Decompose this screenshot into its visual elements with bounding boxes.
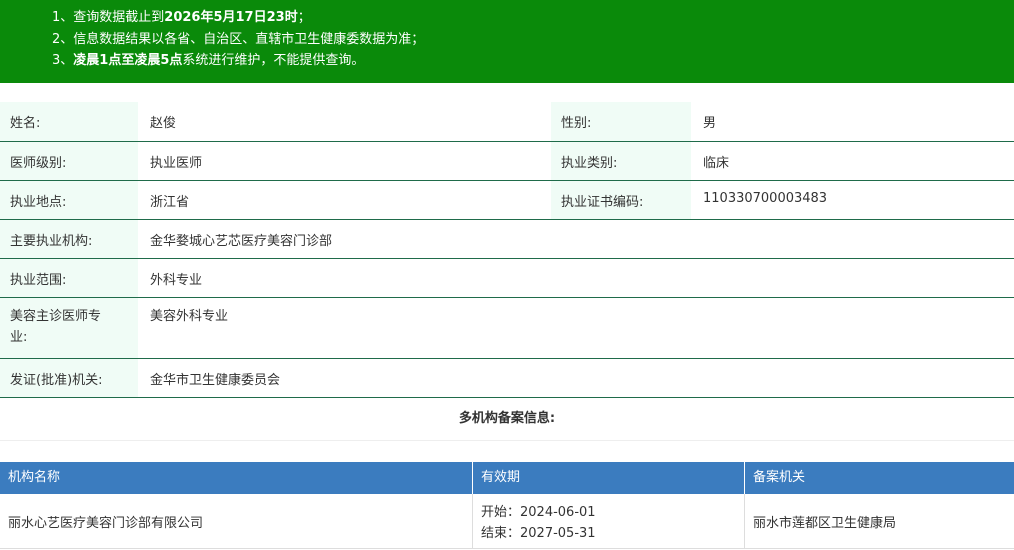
issuer-label: 发证(批准)机关: <box>0 359 138 397</box>
row-start-date: 开始：2024-06-01 <box>481 505 596 520</box>
info-row-name: 姓名: 赵俊 性别: 男 <box>0 102 1014 142</box>
org-value: 金华婺城心艺芯医疗美容门诊部 <box>150 234 333 249</box>
beauty-label-line2: 业: <box>10 330 28 345</box>
header-org: 机构名称 <box>0 462 473 494</box>
gender-label: 性别: <box>551 102 691 141</box>
level-value: 执业医师 <box>150 156 203 171</box>
row-validity: 开始：2024-06-01 结束：2027-05-31 <box>473 494 745 548</box>
location-label: 执业地点: <box>0 181 138 219</box>
level-label: 医师级别: <box>0 142 138 180</box>
row-authority: 丽水市莲都区卫生健康局 <box>753 515 897 531</box>
multi-org-title: 多机构备案信息: <box>0 398 1014 441</box>
name-value: 赵俊 <box>150 116 177 131</box>
gender-value: 男 <box>703 116 717 131</box>
scope-label: 执业范围: <box>0 259 138 297</box>
header-authority: 备案机关 <box>753 470 806 485</box>
category-label: 执业类别: <box>551 142 691 180</box>
beauty-value: 美容外科专业 <box>150 309 229 324</box>
table-header: 机构名称 有效期 备案机关 <box>0 462 1014 494</box>
notice-line-3: 3、凌晨1点至凌晨5点系统进行维护，不能提供查询。 <box>52 53 365 68</box>
multi-org-table: 机构名称 有效期 备案机关 丽水心艺医疗美容门诊部有限公司 开始：2024-06… <box>0 462 1014 549</box>
location-value: 浙江省 <box>150 195 190 210</box>
info-row-location: 执业地点: 浙江省 执业证书编码: 110330700003483 <box>0 181 1014 220</box>
info-row-org: 主要执业机构: 金华婺城心艺芯医疗美容门诊部 <box>0 220 1014 259</box>
beauty-label: 美容主诊医师专 业: <box>0 298 138 358</box>
beauty-label-line1: 美容主诊医师专 <box>10 309 102 324</box>
category-value: 临床 <box>703 156 730 171</box>
notice-banner: 1、查询数据截止到2026年5月17日23时； 2、信息数据结果以各省、自治区、… <box>0 0 1014 83</box>
header-validity: 有效期 <box>473 462 745 494</box>
cert-label: 执业证书编码: <box>551 181 691 219</box>
info-row-level: 医师级别: 执业医师 执业类别: 临床 <box>0 142 1014 181</box>
info-row-beauty: 美容主诊医师专 业: 美容外科专业 <box>0 298 1014 359</box>
notice-line-1: 1、查询数据截止到2026年5月17日23时； <box>52 10 311 25</box>
org-label: 主要执业机构: <box>0 220 138 258</box>
table-row: 丽水心艺医疗美容门诊部有限公司 开始：2024-06-01 结束：2027-05… <box>0 494 1014 549</box>
row-org: 丽水心艺医疗美容门诊部有限公司 <box>0 494 473 548</box>
scope-value: 外科专业 <box>150 273 203 288</box>
notice-line-2: 2、信息数据结果以各省、自治区、直辖市卫生健康委数据为准； <box>52 31 425 47</box>
info-row-issuer: 发证(批准)机关: 金华市卫生健康委员会 <box>0 359 1014 398</box>
doctor-info-table: 姓名: 赵俊 性别: 男 医师级别: 执业医师 执业类别: 临床 执业地点: 浙… <box>0 102 1014 398</box>
info-row-scope: 执业范围: 外科专业 <box>0 259 1014 298</box>
issuer-value: 金华市卫生健康委员会 <box>150 373 281 388</box>
name-label: 姓名: <box>0 102 138 141</box>
cert-value: 110330700003483 <box>703 191 828 206</box>
row-end-date: 结束：2027-05-31 <box>481 526 596 541</box>
